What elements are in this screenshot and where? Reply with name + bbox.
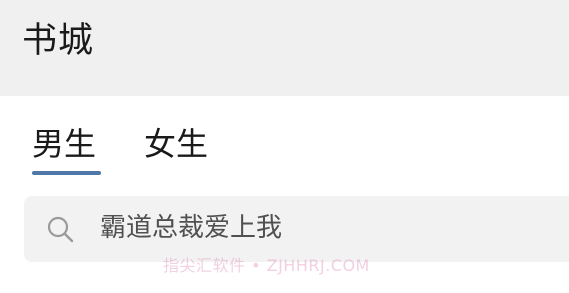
tab-active-indicator [32,171,101,175]
search-icon [46,215,76,245]
tab-male[interactable]: 男生 [32,125,96,163]
search-placeholder: 霸道总裁爱上我 [100,213,283,243]
page-title: 书城 [22,21,95,61]
watermark: 指尖汇软件 • ZJHHRJ.COM [163,256,370,275]
top-header: 书城 [0,0,569,96]
tab-female[interactable]: 女生 [144,125,208,163]
search-bar[interactable]: 霸道总裁爱上我 [24,196,569,262]
content-area: 男生 女生 霸道总裁爱上我 指尖汇软件 • ZJHHRJ.COM [0,96,569,293]
